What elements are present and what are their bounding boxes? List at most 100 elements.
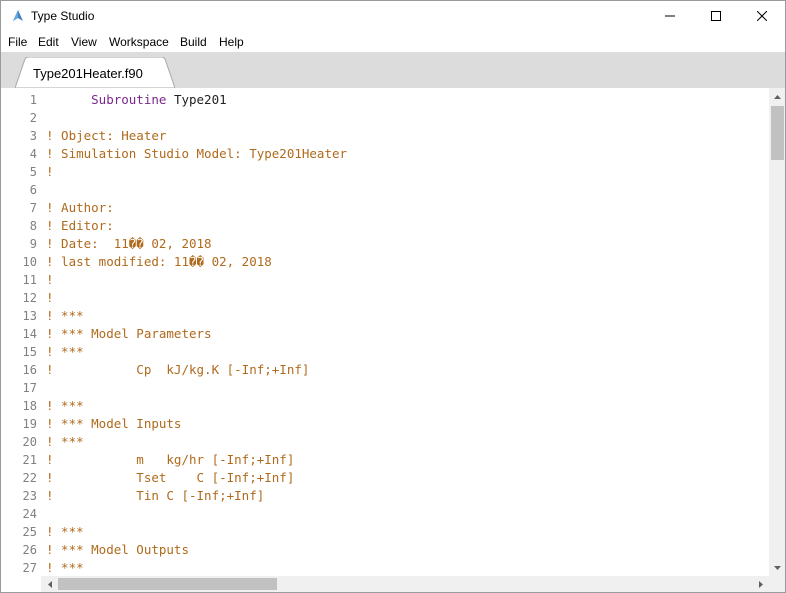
code-line[interactable]: 25 ! ***	[1, 523, 769, 541]
vertical-scroll-thumb[interactable]	[771, 106, 784, 160]
comment-token: ! Simulation Studio Model: Type201Heater	[46, 146, 348, 161]
identifier-token: Type201	[166, 92, 227, 107]
keyword-token: Subroutine	[91, 92, 167, 107]
code-line[interactable]: 1 Subroutine Type201	[1, 91, 769, 109]
tab-label: Type201Heater.f90	[33, 66, 143, 81]
close-icon	[756, 8, 768, 26]
line-number: 4	[29, 147, 37, 161]
maximize-icon	[711, 8, 721, 26]
line-number: 9	[29, 237, 37, 251]
comment-token: ! ***	[46, 560, 84, 575]
horizontal-scroll-thumb[interactable]	[58, 578, 277, 590]
editor-window: Type Studio File Edit View Workspace Bui…	[0, 0, 786, 593]
comment-token: ! *** Model Parameters	[46, 326, 212, 341]
code-line[interactable]: 17	[1, 379, 769, 397]
menu-edit[interactable]: Edit	[38, 35, 59, 49]
scroll-right-arrow-icon[interactable]	[752, 576, 769, 592]
menu-build[interactable]: Build	[180, 35, 207, 49]
horizontal-scrollbar[interactable]	[41, 576, 769, 592]
code-text: !	[46, 271, 54, 289]
code-text: Subroutine Type201	[46, 91, 227, 109]
menu-bar: File Edit View Workspace Build Help	[1, 32, 785, 52]
code-line[interactable]: 26 ! *** Model Outputs	[1, 541, 769, 559]
code-line[interactable]: 18 ! ***	[1, 397, 769, 415]
code-text: ! ***	[46, 523, 84, 541]
code-line[interactable]: 3 ! Object: Heater	[1, 127, 769, 145]
code-line[interactable]: 4 ! Simulation Studio Model: Type201Heate…	[1, 145, 769, 163]
code-line[interactable]: 24	[1, 505, 769, 523]
code-line[interactable]: 9 ! Date: 11�� 02, 2018	[1, 235, 769, 253]
comment-token: ! Tin C [-Inf;+Inf]	[46, 488, 265, 503]
line-number: 15	[22, 345, 37, 359]
code-line[interactable]: 22 ! Tset C [-Inf;+Inf]	[1, 469, 769, 487]
code-line[interactable]: 21 ! m kg/hr [-Inf;+Inf]	[1, 451, 769, 469]
comment-token: ! Editor:	[46, 218, 114, 233]
code-line[interactable]: 20 ! ***	[1, 433, 769, 451]
line-number: 19	[22, 417, 37, 431]
comment-token: ! ***	[46, 308, 84, 323]
code-text: !	[46, 289, 54, 307]
line-number: 21	[22, 453, 37, 467]
line-number: 23	[22, 489, 37, 503]
code-line[interactable]: 5!	[1, 163, 769, 181]
line-number: 18	[22, 399, 37, 413]
line-number: 13	[22, 309, 37, 323]
line-number: 26	[22, 543, 37, 557]
code-line[interactable]: 14 ! *** Model Parameters	[1, 325, 769, 343]
line-number: 27	[22, 561, 37, 575]
code-text: ! m kg/hr [-Inf;+Inf]	[46, 451, 294, 469]
code-text: ! *** Model Parameters	[46, 325, 212, 343]
code-line[interactable]: 12!	[1, 289, 769, 307]
maximize-button[interactable]	[693, 1, 739, 32]
code-line[interactable]: 23 ! Tin C [-Inf;+Inf]	[1, 487, 769, 505]
line-number: 24	[22, 507, 37, 521]
code-line[interactable]: 19 ! *** Model Inputs	[1, 415, 769, 433]
menu-view[interactable]: View	[71, 35, 97, 49]
line-number: 7	[29, 201, 37, 215]
code-line[interactable]: 16 ! Cp kJ/kg.K [-Inf;+Inf]	[1, 361, 769, 379]
code-line[interactable]: 27 ! ***	[1, 559, 769, 576]
menu-file[interactable]: File	[8, 35, 27, 49]
code-text: ! Date: 11�� 02, 2018	[46, 235, 212, 253]
comment-token: ! ***	[46, 398, 84, 413]
comment-token: ! Object: Heater	[46, 128, 167, 143]
line-number: 8	[29, 219, 37, 233]
code-line[interactable]: 6	[1, 181, 769, 199]
line-number: 1	[29, 93, 37, 107]
menu-workspace[interactable]: Workspace	[109, 35, 169, 49]
scrollbar-corner	[769, 576, 785, 592]
line-number: 17	[22, 381, 37, 395]
line-number: 6	[29, 183, 37, 197]
menu-help[interactable]: Help	[219, 35, 244, 49]
code-line[interactable]: 7 ! Author:	[1, 199, 769, 217]
comment-token: ! Date: 11�� 02, 2018	[46, 236, 212, 251]
code-line[interactable]: 13 ! ***	[1, 307, 769, 325]
code-text: !	[46, 163, 54, 181]
code-editor[interactable]: 1 Subroutine Type201 2 3! Object: Heater 4!…	[1, 88, 769, 576]
tab-type201heater[interactable]: Type201Heater.f90	[15, 57, 175, 88]
code-line[interactable]: 2	[1, 109, 769, 127]
scroll-left-arrow-icon[interactable]	[41, 576, 58, 592]
code-text: ! Tin C [-Inf;+Inf]	[46, 487, 264, 505]
code-line[interactable]: 11!	[1, 271, 769, 289]
code-text: ! Author:	[46, 199, 114, 217]
line-number: 25	[22, 525, 37, 539]
code-text: ! last modified: 11�� 02, 2018	[46, 253, 272, 271]
code-text: ! ***	[46, 343, 84, 361]
code-line[interactable]: 10 ! last modified: 11�� 02, 2018	[1, 253, 769, 271]
window-title: Type Studio	[31, 9, 95, 23]
code-text: ! Object: Heater	[46, 127, 166, 145]
code-text: ! ***	[46, 307, 84, 325]
code-line[interactable]: 15 ! ***	[1, 343, 769, 361]
code-line[interactable]: 8 ! Editor:	[1, 217, 769, 235]
type-studio-icon	[11, 9, 25, 23]
title-bar[interactable]: Type Studio	[1, 1, 785, 32]
code-text: ! Tset C [-Inf;+Inf]	[46, 469, 294, 487]
comment-token: ! Tset C [-Inf;+Inf]	[46, 470, 295, 485]
vertical-scrollbar[interactable]	[769, 88, 785, 576]
scroll-up-arrow-icon[interactable]	[769, 88, 785, 105]
minimize-button[interactable]	[647, 1, 693, 32]
close-button[interactable]	[739, 1, 785, 32]
scroll-down-arrow-icon[interactable]	[769, 559, 785, 576]
code-text: ! *** Model Outputs	[46, 541, 189, 559]
